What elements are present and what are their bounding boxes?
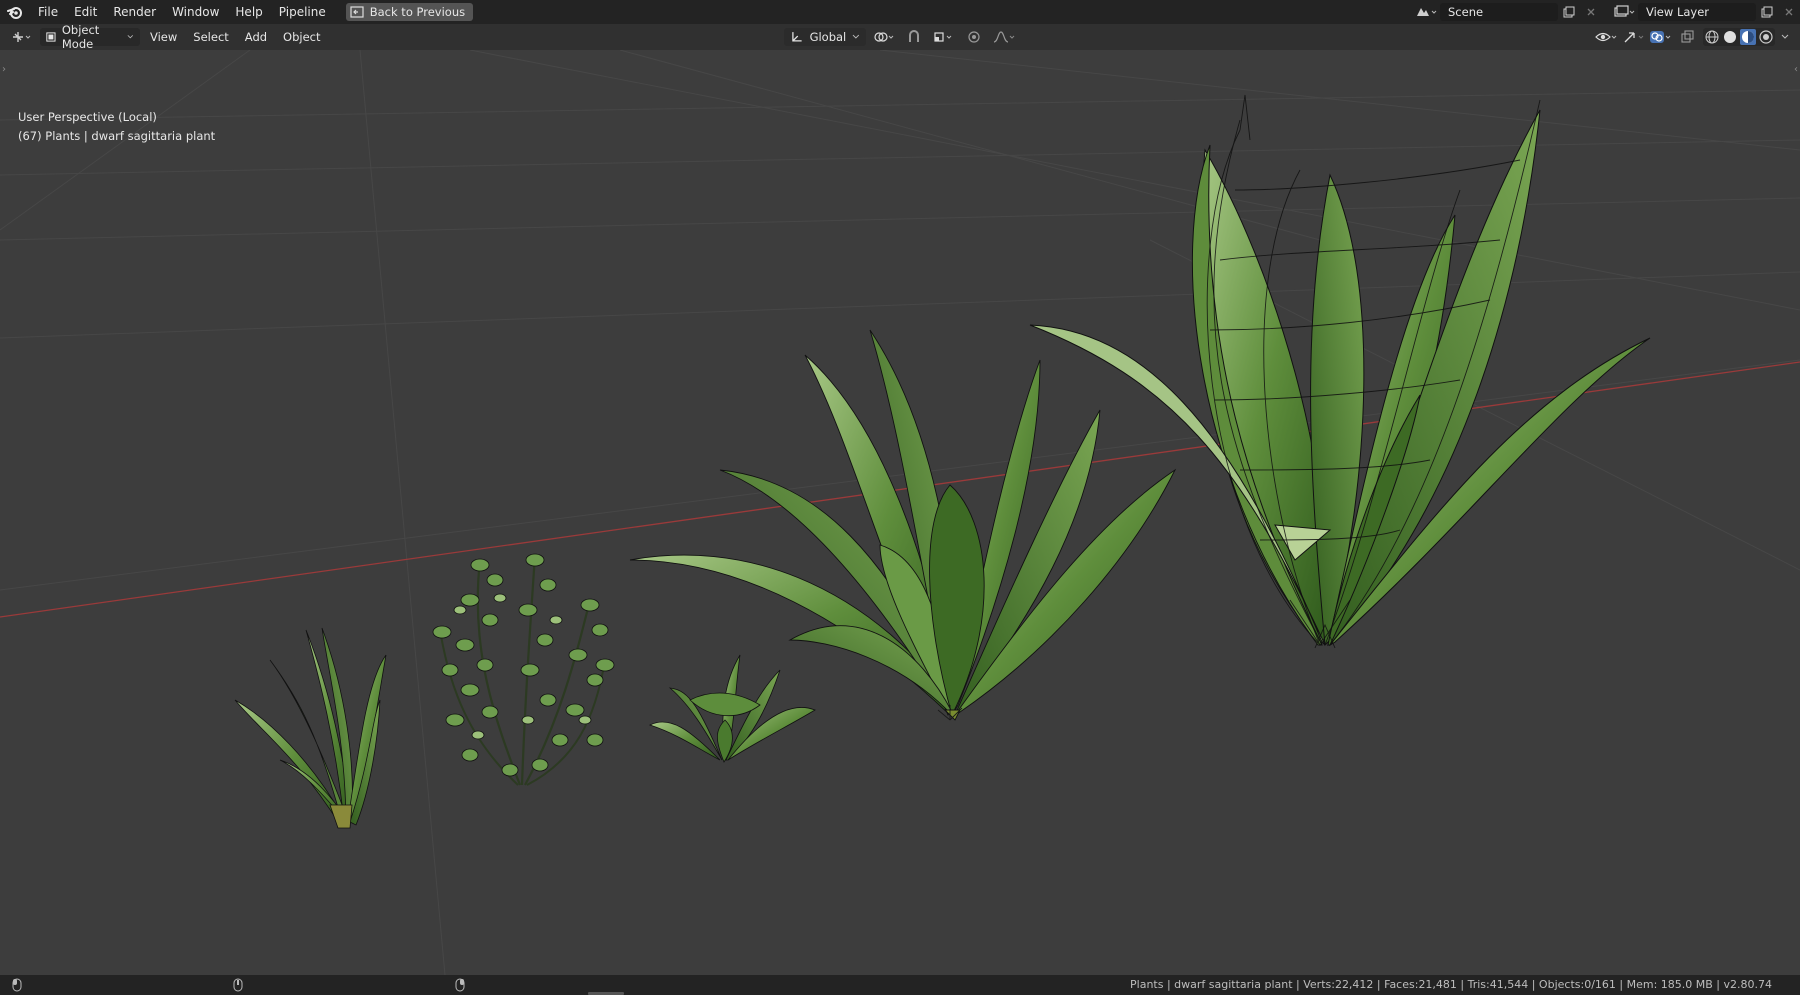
plant-small-rosette[interactable] (648, 654, 816, 763)
back-screen-icon (350, 6, 364, 18)
viewport-menu-add[interactable]: Add (239, 28, 273, 46)
mouse-left-click-icon (12, 978, 22, 992)
plant-round-leaf-stems[interactable] (432, 553, 615, 786)
active-object-label: (67) Plants | dwarf sagittaria plant (18, 129, 216, 143)
scene-statistics: Plants | dwarf sagittaria plant | Verts:… (1130, 978, 1772, 991)
editor-type-icon[interactable] (8, 28, 36, 46)
top-bar: File Edit Render Window Help Pipeline Ba… (0, 0, 1800, 24)
rendered-shading-icon[interactable] (1758, 29, 1774, 45)
object-mode-dropdown[interactable]: Object Mode (40, 23, 140, 51)
viewport-menu-object[interactable]: Object (277, 28, 326, 46)
remove-view-layer-icon[interactable] (1778, 0, 1800, 24)
wireframe-shading-icon[interactable] (1704, 29, 1720, 45)
menu-render[interactable]: Render (105, 0, 164, 24)
shading-mode-group (1703, 28, 1775, 46)
object-mode-icon (46, 32, 56, 42)
viewport-header: Object Mode View Select Add Object Globa… (0, 23, 1800, 51)
right-panel-expand-icon[interactable]: ‹ (1794, 64, 1798, 75)
top-right-controls: Scene View Layer (1412, 0, 1800, 24)
remove-scene-icon[interactable] (1580, 0, 1602, 24)
view-layer-selector-icon[interactable] (1610, 0, 1638, 24)
menu-edit[interactable]: Edit (66, 0, 105, 24)
mouse-middle-click-icon (233, 978, 243, 992)
shading-options-chevron-icon[interactable] (1778, 28, 1792, 46)
gizmo-toggle-icon[interactable] (1622, 28, 1646, 46)
material-preview-shading-icon[interactable] (1740, 29, 1756, 45)
scene-name-field[interactable]: Scene (1440, 3, 1558, 21)
viewport-scene[interactable] (0, 49, 1800, 976)
chevron-down-icon (852, 34, 860, 39)
blender-logo-icon[interactable] (0, 0, 30, 24)
new-view-layer-icon[interactable] (1756, 0, 1778, 24)
back-to-previous-label: Back to Previous (369, 5, 466, 19)
orientation-label: Global (809, 30, 847, 44)
left-panel-expand-icon[interactable]: › (2, 64, 6, 75)
plant-grass-clump[interactable] (230, 627, 390, 829)
falloff-curve-icon[interactable] (992, 28, 1016, 46)
transform-orientation-dropdown[interactable]: Global (784, 28, 866, 46)
snap-target-icon[interactable] (932, 28, 956, 46)
scene-selector-icon[interactable] (1412, 0, 1440, 24)
object-mode-label: Object Mode (61, 23, 100, 51)
viewport-info-overlay: User Perspective (Local) (67) Plants | d… (18, 108, 215, 146)
chevron-down-icon (127, 35, 134, 39)
perspective-label: User Perspective (Local) (18, 110, 157, 124)
viewport-menu-view[interactable]: View (144, 28, 183, 46)
solid-shading-icon[interactable] (1722, 29, 1738, 45)
view-layer-name-field[interactable]: View Layer (1638, 3, 1756, 21)
3d-viewport[interactable]: User Perspective (Local) (67) Plants | d… (0, 49, 1800, 976)
menu-file[interactable]: File (30, 0, 66, 24)
menu-pipeline[interactable]: Pipeline (271, 0, 334, 24)
xray-toggle-icon[interactable] (1676, 28, 1700, 46)
viewport-menu-select[interactable]: Select (187, 28, 234, 46)
proportional-editing-icon[interactable] (962, 28, 986, 46)
new-scene-icon[interactable] (1558, 0, 1580, 24)
back-to-previous-button[interactable]: Back to Previous (345, 3, 474, 21)
status-bar: Plants | dwarf sagittaria plant | Verts:… (0, 975, 1800, 995)
menu-window[interactable]: Window (164, 0, 227, 24)
snap-toggle-icon[interactable] (902, 28, 926, 46)
plant-broad-leaf[interactable] (629, 329, 1177, 721)
orientation-axes-icon (792, 32, 802, 42)
mouse-right-click-icon (455, 978, 465, 992)
menu-help[interactable]: Help (227, 0, 270, 24)
pivot-point-icon[interactable] (872, 28, 896, 46)
overlays-toggle-icon[interactable] (1649, 28, 1673, 46)
visibility-eye-icon[interactable] (1595, 28, 1619, 46)
